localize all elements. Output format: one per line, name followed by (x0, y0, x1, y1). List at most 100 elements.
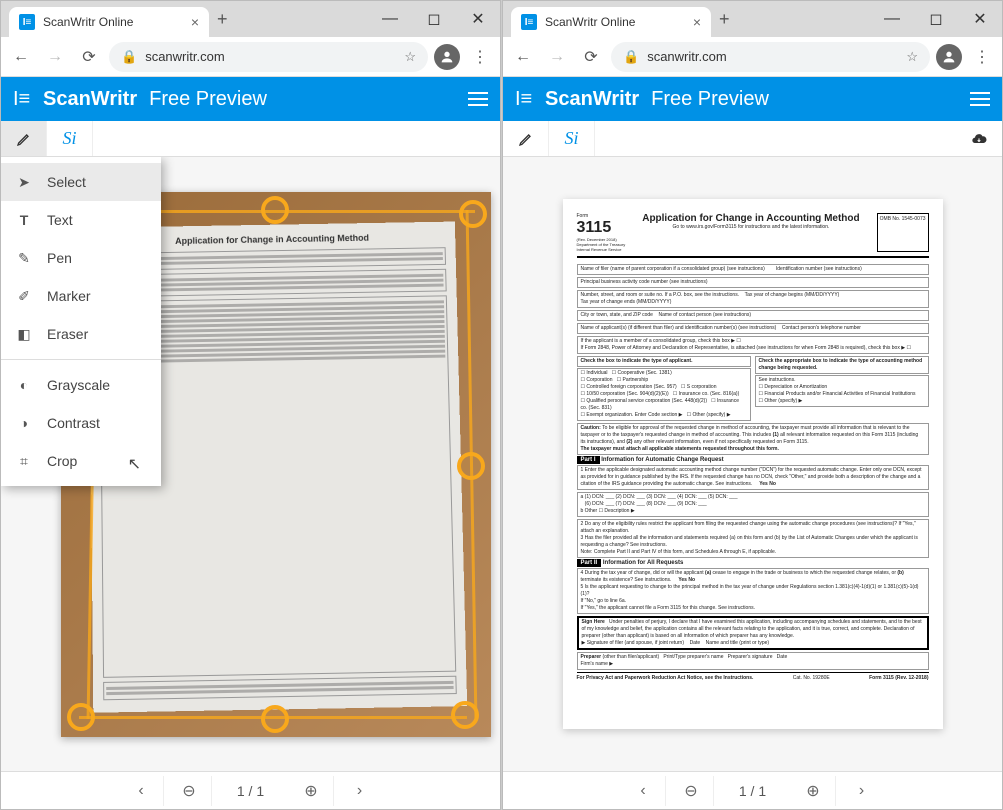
editor-canvas[interactable]: Form 3115 (Rev. December 2018)Department… (503, 157, 1002, 771)
brand-name: ScanWritr (545, 88, 639, 111)
tab-title: ScanWritr Online (43, 15, 133, 29)
reload-button[interactable]: ⟳ (577, 43, 605, 71)
url-field[interactable]: 🔒 scanwritr.com ☆ (109, 42, 428, 72)
url-text: scanwritr.com (145, 49, 224, 64)
hamburger-icon[interactable] (468, 92, 488, 106)
back-button[interactable]: ← (509, 43, 537, 71)
tab-close-icon[interactable]: × (693, 14, 701, 30)
edit-tool-menu: ➤ Select T Text ✎ Pen ✐ Marker ◧ Eraser … (1, 157, 161, 486)
page-prev-button[interactable]: ‹ (622, 776, 666, 806)
menu-marker[interactable]: ✐ Marker (1, 277, 161, 315)
crop-handle-tm[interactable] (261, 196, 289, 224)
titlebar: I≡ ScanWritr Online × + — ◻ ✕ (503, 1, 1002, 37)
brand-name: ScanWritr (43, 88, 137, 111)
lock-icon: 🔒 (623, 49, 639, 65)
form-number: 3115 (577, 219, 626, 237)
new-tab-button[interactable]: + (719, 9, 730, 30)
forward-button[interactable]: → (543, 43, 571, 71)
profile-avatar[interactable] (434, 44, 460, 70)
marker-icon: ✐ (15, 287, 33, 305)
browser-window-left: I≡ ScanWritr Online × + — ◻ ✕ ← → ⟳ 🔒 sc… (0, 0, 501, 810)
processed-document: Form 3115 (Rev. December 2018)Department… (563, 199, 943, 729)
browser-window-right: I≡ ScanWritr Online × + — ◻ ✕ ← → ⟳ 🔒 sc… (502, 0, 1003, 810)
maximize-icon[interactable]: ◻ (914, 5, 958, 33)
close-icon[interactable]: ✕ (456, 5, 500, 33)
brand-icon: I≡ (515, 88, 537, 111)
page-next-button[interactable]: › (840, 776, 884, 806)
new-tab-button[interactable]: + (217, 9, 228, 30)
zoom-in-button[interactable]: ⊕ (290, 776, 334, 806)
favicon-icon: I≡ (19, 14, 35, 30)
eraser-icon: ◧ (15, 325, 33, 343)
pager: ‹ ⊖ 1 / 1 ⊕ › (503, 771, 1002, 809)
sign-tool-button[interactable]: Si (549, 121, 595, 156)
tab-title: ScanWritr Online (545, 15, 635, 29)
page-next-button[interactable]: › (338, 776, 382, 806)
grayscale-icon: ◐ (15, 376, 33, 394)
editor-canvas[interactable]: ➤ Select T Text ✎ Pen ✐ Marker ◧ Eraser … (1, 157, 500, 771)
minimize-icon[interactable]: — (368, 5, 412, 33)
crop-handle-br[interactable] (451, 701, 479, 729)
menu-eraser[interactable]: ◧ Eraser (1, 315, 161, 353)
edit-tool-button[interactable] (1, 121, 47, 156)
toolbar: Si (503, 121, 1002, 157)
titlebar: I≡ ScanWritr Online × + — ◻ ✕ (1, 1, 500, 37)
page-prev-button[interactable]: ‹ (120, 776, 164, 806)
bookmark-icon[interactable]: ☆ (404, 49, 416, 65)
menu-button[interactable]: ⋮ (466, 43, 494, 71)
profile-avatar[interactable] (936, 44, 962, 70)
page-indicator: 1 / 1 (718, 783, 788, 799)
menu-button[interactable]: ⋮ (968, 43, 996, 71)
window-controls: — ◻ ✕ (368, 5, 500, 33)
bookmark-icon[interactable]: ☆ (906, 49, 918, 65)
url-field[interactable]: 🔒 scanwritr.com ☆ (611, 42, 930, 72)
crop-handle-tr[interactable] (459, 200, 487, 228)
window-controls: — ◻ ✕ (870, 5, 1002, 33)
address-bar: ← → ⟳ 🔒 scanwritr.com ☆ ⋮ (1, 37, 500, 77)
menu-separator (1, 359, 161, 360)
browser-tab[interactable]: I≡ ScanWritr Online × (9, 7, 209, 37)
cloud-download-button[interactable] (956, 121, 1002, 156)
forward-button[interactable]: → (41, 43, 69, 71)
form-instructions: Go to www.irs.gov/Form3115 for instructi… (633, 224, 868, 230)
page-indicator: 1 / 1 (216, 783, 286, 799)
brand-subtitle: Free Preview (149, 88, 267, 111)
menu-text[interactable]: T Text (1, 201, 161, 239)
address-bar: ← → ⟳ 🔒 scanwritr.com ☆ ⋮ (503, 37, 1002, 77)
menu-pen[interactable]: ✎ Pen (1, 239, 161, 277)
reload-button[interactable]: ⟳ (75, 43, 103, 71)
cursor-icon: ➤ (15, 173, 33, 191)
sign-tool-button[interactable]: Si (47, 121, 93, 156)
zoom-out-button[interactable]: ⊖ (670, 776, 714, 806)
crop-handle-bm[interactable] (261, 705, 289, 733)
crop-handle-bl[interactable] (67, 703, 95, 731)
crop-icon: ⌗ (15, 452, 33, 470)
brand-icon: I≡ (13, 88, 35, 111)
menu-contrast[interactable]: ◑ Contrast (1, 404, 161, 442)
omb-number: OMB No. 1545-0073 (877, 213, 929, 252)
tab-close-icon[interactable]: × (191, 14, 199, 30)
text-icon: T (15, 211, 33, 229)
toolbar: Si (1, 121, 500, 157)
pointer-cursor-icon: ↖ (128, 454, 141, 474)
zoom-out-button[interactable]: ⊖ (168, 776, 212, 806)
app-header: I≡ ScanWritr Free Preview (1, 77, 500, 121)
browser-tab[interactable]: I≡ ScanWritr Online × (511, 7, 711, 37)
pen-icon: ✎ (15, 249, 33, 267)
app-header: I≡ ScanWritr Free Preview (503, 77, 1002, 121)
minimize-icon[interactable]: — (870, 5, 914, 33)
hamburger-icon[interactable] (970, 92, 990, 106)
brand-subtitle: Free Preview (651, 88, 769, 111)
menu-select[interactable]: ➤ Select (1, 163, 161, 201)
crop-handle-mr[interactable] (457, 452, 485, 480)
edit-tool-button[interactable] (503, 121, 549, 156)
close-icon[interactable]: ✕ (958, 5, 1002, 33)
back-button[interactable]: ← (7, 43, 35, 71)
menu-grayscale[interactable]: ◐ Grayscale (1, 366, 161, 404)
favicon-icon: I≡ (521, 14, 537, 30)
maximize-icon[interactable]: ◻ (412, 5, 456, 33)
contrast-icon: ◑ (15, 414, 33, 432)
lock-icon: 🔒 (121, 49, 137, 65)
zoom-in-button[interactable]: ⊕ (792, 776, 836, 806)
menu-crop[interactable]: ⌗ Crop ↖ (1, 442, 161, 480)
